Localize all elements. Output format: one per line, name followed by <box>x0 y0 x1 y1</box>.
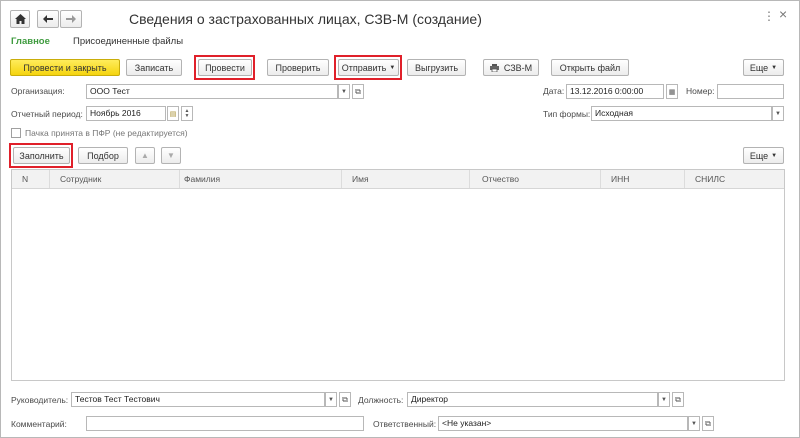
org-dropdown-button[interactable]: ▼ <box>338 84 350 99</box>
tab-main[interactable]: Главное <box>11 36 50 47</box>
chevron-down-icon: ▼ <box>661 396 667 403</box>
chevron-down-icon: ▼ <box>771 64 778 71</box>
form-type-label: Тип формы: <box>543 109 591 119</box>
period-label: Отчетный период: <box>11 109 83 119</box>
org-label: Организация: <box>11 86 65 96</box>
save-button[interactable]: Записать <box>126 59 182 76</box>
position-dropdown-button[interactable]: ▼ <box>658 392 670 407</box>
more-button[interactable]: Еще ▼ <box>743 59 784 76</box>
position-field[interactable]: Директор <box>407 392 658 407</box>
szvm-label: СЗВ-М <box>503 62 533 73</box>
home-button[interactable] <box>10 10 30 28</box>
open-file-button[interactable]: Открыть файл <box>551 59 629 76</box>
arrow-right-icon <box>66 15 76 23</box>
move-up-button[interactable]: ▲ <box>135 147 155 164</box>
column-header-employee[interactable]: Сотрудник <box>50 170 180 188</box>
highlight-fill <box>9 143 73 168</box>
org-open-button[interactable]: ⧉ <box>352 84 364 99</box>
chevron-down-icon: ▼ <box>775 110 781 117</box>
chevron-down-icon: ▼ <box>691 420 697 427</box>
pick-button[interactable]: Подбор <box>78 147 128 164</box>
head-label: Руководитель: <box>11 395 69 405</box>
accepted-checkbox[interactable] <box>11 128 21 138</box>
number-label: Номер: <box>686 86 715 96</box>
comment-label: Комментарий: <box>11 419 67 429</box>
open-link-icon: ⧉ <box>675 394 681 404</box>
column-header-last-name[interactable]: Фамилия <box>180 170 342 188</box>
page-title: Сведения о застрахованных лицах, СЗВ-М (… <box>129 11 482 27</box>
position-open-button[interactable]: ⧉ <box>672 392 684 407</box>
responsible-dropdown-button[interactable]: ▼ <box>688 416 700 431</box>
period-stepper[interactable]: ▲ ▼ <box>181 106 193 121</box>
calendar-icon: ▤ <box>169 110 177 118</box>
position-label: Должность: <box>358 395 404 405</box>
column-header-n[interactable]: N <box>12 170 50 188</box>
number-field[interactable] <box>717 84 784 99</box>
szvm-print-button[interactable]: СЗВ-М <box>483 59 539 76</box>
arrow-up-icon: ▲ <box>141 151 149 160</box>
date-label: Дата: <box>543 86 565 96</box>
form-type-field[interactable]: Исходная <box>591 106 772 121</box>
chevron-down-icon: ▼ <box>341 88 347 95</box>
employees-table[interactable] <box>11 169 785 381</box>
calendar-icon: ▦ <box>668 88 676 96</box>
table-more-button[interactable]: Еще ▼ <box>743 147 784 164</box>
open-link-icon: ⧉ <box>355 86 361 96</box>
printer-icon <box>489 63 499 72</box>
close-icon[interactable]: × <box>779 6 787 22</box>
head-open-button[interactable]: ⧉ <box>339 392 351 407</box>
comment-field[interactable] <box>86 416 364 431</box>
column-header-snils[interactable]: СНИЛС <box>685 170 784 188</box>
column-header-inn[interactable]: ИНН <box>601 170 685 188</box>
home-icon <box>14 14 26 24</box>
post-and-close-button[interactable]: Провести и закрыть <box>10 59 120 76</box>
column-header-patronymic[interactable]: Отчество <box>470 170 601 188</box>
document-window: Сведения о застрахованных лицах, СЗВ-М (… <box>0 0 800 438</box>
chevron-down-icon: ▼ <box>771 152 778 159</box>
stepper-down-icon: ▼ <box>184 112 190 119</box>
responsible-field[interactable]: <Не указан> <box>438 416 688 431</box>
period-field[interactable]: Ноябрь 2016 <box>86 106 166 121</box>
check-button[interactable]: Проверить <box>267 59 329 76</box>
forward-button[interactable] <box>60 10 82 28</box>
highlight-post <box>194 55 255 80</box>
highlight-send <box>334 55 402 80</box>
head-dropdown-button[interactable]: ▼ <box>325 392 337 407</box>
open-link-icon: ⧉ <box>342 394 348 404</box>
export-button[interactable]: Выгрузить <box>407 59 466 76</box>
back-button[interactable] <box>37 10 59 28</box>
period-select-button[interactable]: ▤ <box>167 106 179 121</box>
more-label: Еще <box>749 62 769 73</box>
column-header-first-name[interactable]: Имя <box>342 170 470 188</box>
open-link-icon: ⧉ <box>705 418 711 428</box>
more-vertical-icon[interactable]: ⋮ <box>763 9 775 23</box>
arrow-down-icon: ▼ <box>167 151 175 160</box>
org-field[interactable]: ООО Тест <box>86 84 338 99</box>
table-more-label: Еще <box>749 150 769 161</box>
responsible-open-button[interactable]: ⧉ <box>702 416 714 431</box>
date-field[interactable]: 13.12.2016 0:00:00 <box>566 84 664 99</box>
head-field[interactable]: Тестов Тест Тестович <box>71 392 325 407</box>
form-type-dropdown-button[interactable]: ▼ <box>772 106 784 121</box>
accepted-label: Пачка принята в ПФР (не редактируется) <box>25 128 188 138</box>
tab-attached-files[interactable]: Присоединенные файлы <box>73 36 183 47</box>
chevron-down-icon: ▼ <box>328 396 334 403</box>
responsible-label: Ответственный: <box>373 419 437 429</box>
move-down-button[interactable]: ▼ <box>161 147 181 164</box>
arrow-left-icon <box>43 15 53 23</box>
calendar-button[interactable]: ▦ <box>666 84 678 99</box>
